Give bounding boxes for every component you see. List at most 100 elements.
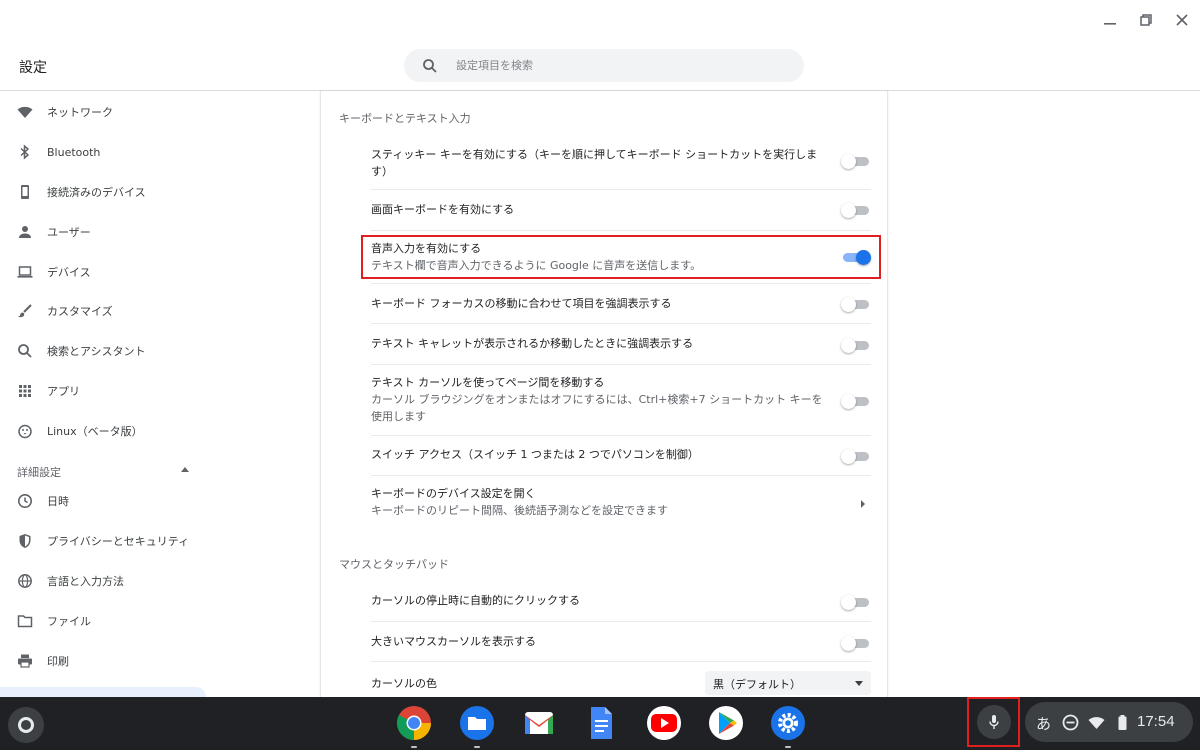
sidebar-item-customize[interactable]: カスタマイズ [0, 294, 212, 328]
setting-row-auto-click[interactable]: カーソルの停止時に自動的にクリックする [371, 581, 871, 622]
minimize-icon [1104, 23, 1116, 25]
globe-icon [16, 572, 34, 590]
setting-row-large-cursor[interactable]: 大きいマウスカーソルを表示する [371, 622, 871, 662]
setting-row-onscreen-keyboard[interactable]: 画面キーボードを有効にする [371, 190, 871, 231]
settings-card: キーボードとテキスト入力 スティッキー キーを有効にする（キーを順に押してキーボ… [320, 91, 888, 697]
files-icon [460, 706, 494, 740]
play-store-icon [709, 706, 743, 740]
sidebar-item-bluetooth[interactable]: Bluetooth [0, 135, 212, 169]
shelf: あ 17:54 [0, 697, 1200, 750]
launcher-button[interactable] [8, 707, 44, 743]
onscreen-keyboard-toggle[interactable] [841, 201, 871, 219]
bluetooth-icon [16, 143, 34, 161]
shelf-app-play-store[interactable] [707, 704, 745, 742]
clock-time: 17:54 [1137, 713, 1175, 730]
sidebar-item-label: 印刷 [47, 655, 69, 668]
settings-header: 設定 [0, 40, 1200, 91]
sidebar-item-files[interactable]: ファイル [0, 604, 212, 638]
sidebar-item-label: ファイル [47, 615, 91, 628]
setting-sublabel: キーボードのリピート間隔、後続語予測などを設定できます [371, 504, 668, 517]
sidebar-item-network[interactable]: ネットワーク [0, 95, 212, 129]
caret-browsing-toggle[interactable] [841, 392, 871, 410]
sidebar-item-accessibility-selected[interactable] [0, 687, 206, 697]
shelf-app-files[interactable] [458, 704, 496, 748]
sidebar-item-date-time[interactable]: 日時 [0, 484, 212, 518]
cursor-color-select[interactable]: 黒（デフォルト） [705, 671, 871, 695]
setting-label: 画面キーボードを有効にする [371, 203, 515, 216]
minimize-button[interactable] [1092, 0, 1128, 40]
sidebar-item-search-assistant[interactable]: 検索とアシスタント [0, 334, 212, 368]
status-tray[interactable]: あ 17:54 [1025, 702, 1193, 742]
setting-row-focus-highlight[interactable]: キーボード フォーカスの移動に合わせて項目を強調表示する [371, 284, 871, 324]
setting-row-keyboard-device-settings[interactable]: キーボードのデバイス設定を開く キーボードのリピート間隔、後続語予測などを設定で… [371, 476, 871, 531]
sidebar-item-privacy-security[interactable]: プライバシーとセキュリティ [0, 524, 212, 558]
chrome-icon [397, 706, 431, 740]
wifi-icon [1087, 713, 1105, 731]
sidebar-item-printing[interactable]: 印刷 [0, 644, 212, 678]
advanced-settings-toggle[interactable]: 詳細設定 [0, 455, 212, 485]
setting-row-sticky-keys[interactable]: スティッキー キーを有効にする（キーを順に押してキーボード ショートカットを実行… [371, 135, 871, 190]
shield-icon [16, 532, 34, 550]
close-icon [1176, 14, 1188, 26]
setting-label: キーボードのデバイス設定を開く [371, 487, 536, 500]
sidebar-item-device[interactable]: デバイス [0, 255, 212, 289]
auto-click-toggle[interactable] [841, 593, 871, 611]
shelf-app-gmail[interactable] [520, 704, 558, 742]
advanced-settings-label: 詳細設定 [17, 466, 61, 479]
setting-label: 大きいマウスカーソルを表示する [371, 635, 536, 648]
search-box[interactable] [404, 49, 804, 82]
phone-icon [16, 183, 34, 201]
setting-label: テキスト キャレットが表示されるか移動したときに強調表示する [371, 337, 694, 350]
sidebar-item-label: ユーザー [47, 226, 91, 239]
sidebar-item-connected-devices[interactable]: 接続済みのデバイス [0, 175, 212, 209]
section-title-mouse: マウスとタッチパッド [339, 558, 449, 571]
maximize-button[interactable] [1128, 0, 1164, 40]
battery-icon [1113, 713, 1131, 731]
sidebar-item-label: ネットワーク [47, 106, 113, 119]
shelf-app-chrome[interactable] [395, 704, 433, 748]
shelf-app-settings[interactable] [769, 704, 807, 748]
penguin-icon [16, 422, 34, 440]
setting-row-cursor-color: カーソルの色 黒（デフォルト） [371, 671, 871, 697]
sidebar-item-label: Linux（ベータ版） [47, 425, 143, 438]
setting-label: テキスト カーソルを使ってページ間を移動する [371, 376, 605, 389]
caret-highlight-toggle[interactable] [841, 336, 871, 354]
close-button[interactable] [1164, 0, 1200, 40]
search-icon [16, 342, 34, 360]
laptop-icon [16, 263, 34, 281]
focus-highlight-toggle[interactable] [841, 295, 871, 313]
do-not-disturb-icon [1061, 713, 1079, 731]
wifi-icon [16, 103, 34, 121]
setting-label: カーソルの停止時に自動的にクリックする [371, 594, 580, 607]
restore-icon [1140, 14, 1152, 26]
brush-icon [16, 302, 34, 320]
sidebar-item-label: アプリ [47, 385, 80, 398]
sidebar-item-languages[interactable]: 言語と入力方法 [0, 564, 212, 598]
dictation-button[interactable] [967, 697, 1020, 747]
sidebar-item-label: 検索とアシスタント [47, 345, 146, 358]
ime-indicator: あ [1036, 715, 1052, 733]
docs-icon [591, 707, 612, 739]
setting-row-switch-access[interactable]: スイッチ アクセス（スイッチ 1 つまたは 2 つでパソコンを制御） [371, 436, 871, 476]
folder-icon [16, 612, 34, 630]
setting-row-caret-browsing[interactable]: テキスト カーソルを使ってページ間を移動する カーソル ブラウジングをオンまたは… [371, 365, 871, 436]
sidebar-item-label: Bluetooth [47, 145, 101, 159]
setting-label: スイッチ アクセス（スイッチ 1 つまたは 2 つでパソコンを制御） [371, 448, 699, 461]
search-input[interactable] [456, 59, 776, 72]
shelf-app-youtube[interactable] [645, 704, 683, 742]
printer-icon [16, 652, 34, 670]
switch-access-toggle[interactable] [841, 447, 871, 465]
collapse-arrow-icon [181, 467, 189, 472]
shelf-app-docs[interactable] [582, 704, 620, 742]
page-title: 設定 [19, 60, 47, 76]
sidebar-item-apps[interactable]: アプリ [0, 374, 212, 408]
search-icon [422, 58, 438, 74]
large-cursor-toggle[interactable] [841, 634, 871, 652]
sticky-keys-toggle[interactable] [841, 152, 871, 170]
microphone-icon [989, 715, 999, 729]
setting-row-caret-highlight[interactable]: テキスト キャレットが表示されるか移動したときに強調表示する [371, 324, 871, 365]
sidebar-item-label: 接続済みのデバイス [47, 186, 146, 199]
sidebar-item-linux[interactable]: Linux（ベータ版） [0, 414, 212, 448]
setting-label: スティッキー キーを有効にする（キーを順に押してキーボード ショートカットを実行… [371, 148, 818, 178]
sidebar-item-users[interactable]: ユーザー [0, 215, 212, 249]
